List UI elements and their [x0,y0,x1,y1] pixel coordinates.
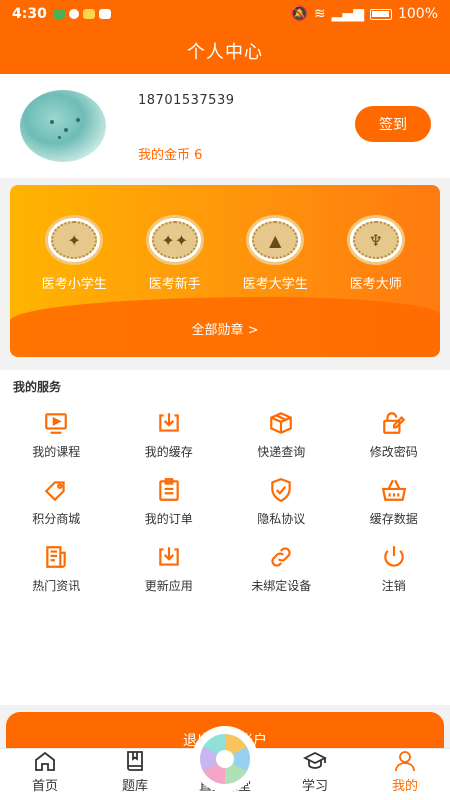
service-express[interactable]: 快递查询 [225,410,338,477]
service-clear-cache[interactable]: 缓存数据 [338,477,450,544]
services-section: 我的服务 我的课程 我的缓存 快递查询 修改密码 积分商城 我的订单 隐私协议 [0,370,450,705]
clipboard-list-icon [159,478,179,501]
wechat-icon [98,9,111,19]
service-label: 未绑定设备 [251,579,312,593]
tab-label: 题库 [121,779,148,794]
user-icon [395,751,415,772]
link-chain-icon [271,547,291,567]
update-download-icon [159,547,179,566]
coins-label[interactable]: 我的金币 6 [138,144,202,163]
service-label: 快递查询 [257,445,306,459]
services-grid: 我的课程 我的缓存 快递查询 修改密码 积分商城 我的订单 隐私协议 缓存数据 … [0,410,450,611]
mute-icon: 🔕 [290,6,308,22]
status-bar: 4:30 🔕 ≋ ▂▄▆ 100% [0,0,450,28]
edit-lock-icon [382,412,406,434]
live-class-button[interactable] [192,726,258,792]
service-logoff[interactable]: 注销 [338,544,450,611]
tab-question-bank[interactable]: 题库 [90,749,180,800]
notification-icons [52,9,111,19]
service-label: 缓存数据 [369,512,418,526]
book-icon [127,751,143,771]
service-label: 热门资讯 [32,579,81,593]
medal-icon: ✦✦ [145,215,204,265]
battery-icon [369,8,392,20]
page-title: 个人中心 [187,42,263,63]
shield-check-icon [271,478,291,503]
service-label: 隐私协议 [257,512,306,526]
download-tray-icon [159,413,179,432]
profile-section: 18701537539 我的金币 6 签到 [0,74,450,178]
battery-percent: 100% [397,6,438,22]
tab-mine[interactable]: 我的 [360,749,450,800]
service-my-orders[interactable]: 我的订单 [113,477,226,544]
weibo-icon [82,9,95,19]
page-header: 个人中心 [0,28,450,74]
service-label: 我的课程 [32,445,81,459]
medals-card: ✦ 医考小学生 ✦✦ 医考新手 ▲ 医考大学生 ♆ 医考大师 全部勋章 > [10,185,440,357]
services-title: 我的服务 [13,380,62,394]
medal-icon: ▲ [246,215,305,265]
service-update-app[interactable]: 更新应用 [113,544,226,611]
service-label: 积分商城 [32,512,81,526]
service-label: 注销 [381,579,406,593]
basket-icon [381,479,406,501]
medal-label: 医考小学生 [41,277,107,292]
tab-label: 学习 [301,779,328,794]
service-points-mall[interactable]: 积分商城 [0,477,113,544]
service-label: 修改密码 [369,445,418,459]
live-wheel-icon [200,734,250,784]
tab-home[interactable]: 首页 [0,749,90,800]
medal-item[interactable]: ✦✦ 医考新手 [130,215,220,292]
graduation-cap-icon [303,751,327,769]
service-hot-news[interactable]: 热门资讯 [0,544,113,611]
tag-icon [44,481,65,502]
medal-label: 医考大师 [349,277,402,292]
signal-icon: ▂▄▆ [331,6,364,22]
medal-label: 医考大学生 [242,277,308,292]
wifi-icon: ≋ [313,6,326,22]
medal-item[interactable]: ▲ 医考大学生 [230,215,320,292]
service-my-cache[interactable]: 我的缓存 [113,410,226,477]
status-time: 4:30 [12,6,47,22]
avatar[interactable] [20,90,106,162]
news-document-icon [46,546,66,568]
service-unbound-device[interactable]: 未绑定设备 [225,544,338,611]
tab-label: 首页 [31,779,58,794]
package-box-icon [270,412,293,434]
service-change-password[interactable]: 修改密码 [338,410,450,477]
home-icon [35,751,55,771]
missed-call-icon [68,9,79,19]
medals-list: ✦ 医考小学生 ✦✦ 医考新手 ▲ 医考大学生 ♆ 医考大师 [10,215,440,292]
tab-label: 我的 [391,779,418,794]
medal-icon: ✦ [45,215,104,265]
medal-label: 医考新手 [148,277,201,292]
video-play-icon [45,413,68,434]
app-notification-icon [52,9,65,19]
service-label: 我的订单 [144,512,193,526]
service-my-courses[interactable]: 我的课程 [0,410,113,477]
signin-button[interactable]: 签到 [355,106,431,142]
trophy-medal-icon: ♆ [346,215,405,265]
medal-item[interactable]: ♆ 医考大师 [331,215,421,292]
service-privacy[interactable]: 隐私协议 [225,477,338,544]
power-icon [384,546,404,567]
service-label: 更新应用 [144,579,193,593]
medal-item[interactable]: ✦ 医考小学生 [29,215,119,292]
all-medals-link[interactable]: 全部勋章 > [10,319,440,338]
tab-study[interactable]: 学习 [270,749,360,800]
service-label: 我的缓存 [144,445,193,459]
user-phone: 18701537539 [138,93,235,108]
